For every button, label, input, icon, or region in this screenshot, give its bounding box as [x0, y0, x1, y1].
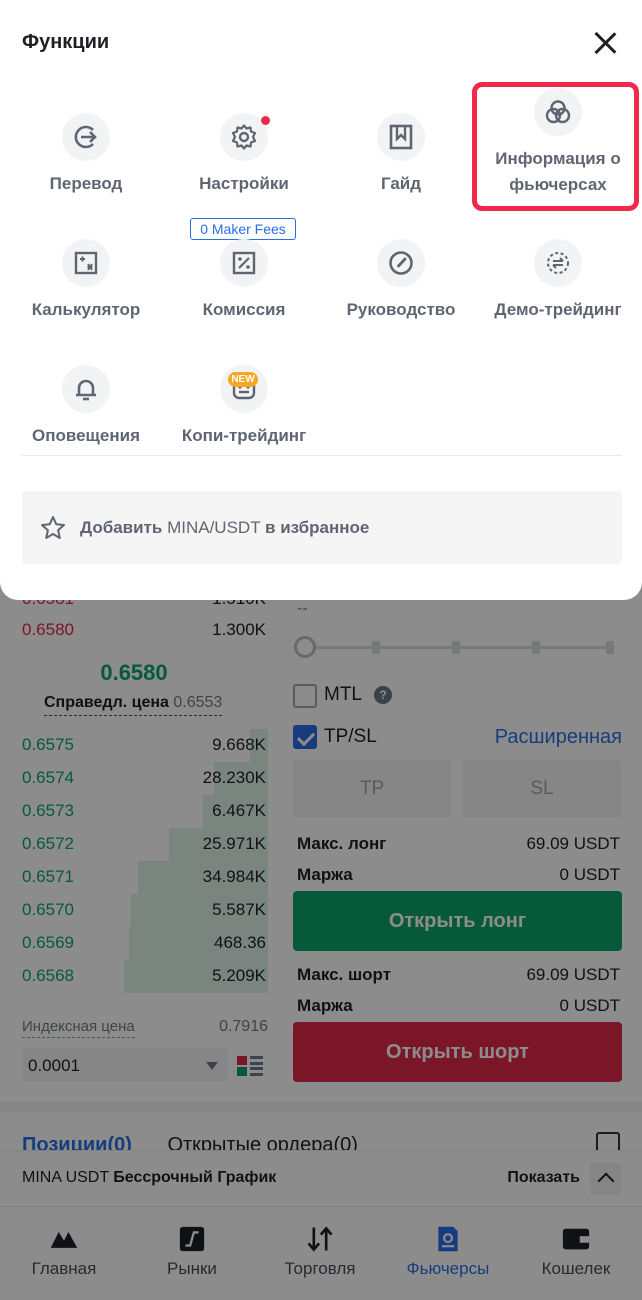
bookmark-icon	[377, 113, 425, 161]
add-favorite-button[interactable]: Добавить MINA/USDT в избранное	[22, 491, 622, 564]
demo-trading-icon	[534, 239, 582, 287]
function-transfer[interactable]: Перевод	[6, 113, 166, 223]
function-label: Руководство	[346, 300, 456, 319]
favorite-suffix: в избранное	[265, 518, 370, 537]
function-label: Комиссия	[202, 300, 286, 319]
speedometer-icon	[377, 239, 425, 287]
notification-dot	[261, 116, 270, 125]
highlight-box	[472, 82, 639, 211]
add-favorite-text: Добавить MINA/USDT в избранное	[80, 518, 369, 538]
function-settings[interactable]: Настройки	[164, 113, 324, 223]
function-label: Гайд	[380, 174, 422, 193]
function-alerts[interactable]: Оповещения	[6, 365, 166, 475]
maker-fees-badge: 0 Maker Fees	[190, 218, 296, 240]
function-label: Перевод	[49, 174, 123, 193]
functions-sheet: Функции Перевод Настройки Гайд Информаци…	[0, 0, 642, 600]
favorite-prefix: Добавить	[80, 518, 163, 537]
function-commission[interactable]: Комиссия	[164, 239, 324, 349]
function-demo-trading[interactable]: Демо-трейдинг	[478, 239, 638, 349]
function-manual[interactable]: Руководство	[321, 239, 481, 349]
function-label: Демо-трейдинг	[494, 300, 622, 319]
function-label: Калькулятор	[31, 300, 141, 319]
function-guide[interactable]: Гайд	[321, 113, 481, 223]
favorite-pair: MINA/USDT	[167, 518, 261, 537]
function-label: Настройки	[199, 174, 289, 193]
calculator-icon	[62, 239, 110, 287]
bell-icon	[62, 365, 110, 413]
transfer-icon	[62, 113, 110, 161]
sheet-title: Функции	[22, 31, 110, 53]
new-badge: NEW	[228, 372, 258, 387]
function-label: Оповещения	[32, 426, 140, 445]
percent-icon	[220, 239, 268, 287]
function-label: Копи-трейдинг	[181, 426, 307, 445]
function-calculator[interactable]: Калькулятор	[6, 239, 166, 349]
close-icon[interactable]	[590, 29, 620, 59]
star-icon	[41, 516, 65, 539]
divider	[22, 455, 622, 456]
